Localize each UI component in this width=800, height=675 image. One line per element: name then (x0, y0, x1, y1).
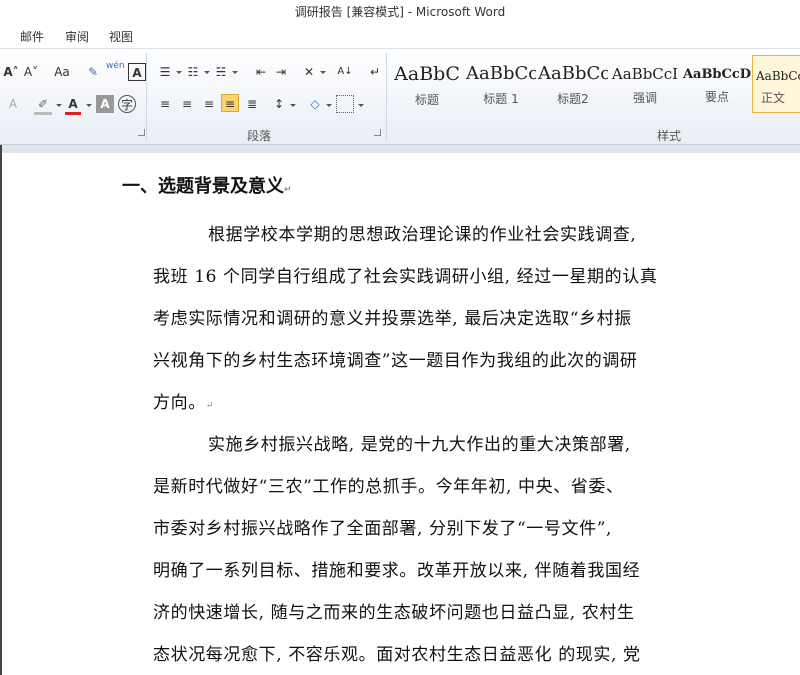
paragraph-mark-icon: ↵ (205, 401, 214, 411)
paragraph-1-line: 兴视角下的乡村生态环境调查”这一题目作为我组的此次的调研 (153, 351, 638, 371)
multilevel-list-dropdown-icon[interactable] (232, 71, 238, 74)
shrink-font-icon[interactable]: A˅ (22, 63, 40, 81)
char-shading-icon[interactable]: A (96, 95, 114, 113)
ruler-band (0, 145, 800, 153)
numbering-icon[interactable]: ☷ (184, 63, 202, 81)
style-heading1[interactable]: AaBbCc 标题 1 (466, 55, 536, 113)
paragraph-2-line: 济的快速增长, 随与之而来的生态破坏问题也日益凸显, 农村生 (153, 603, 635, 623)
style-normal-preview: AaBbCc (756, 69, 800, 83)
section-heading: 一、选题背景及意义↵ (122, 176, 292, 197)
paragraph-2-line: 是新时代做好“三农”工作的总抓手。今年年初, 中央、省委、 (153, 477, 624, 497)
line-spacing-dropdown-icon[interactable] (290, 104, 296, 107)
multilevel-list-icon[interactable]: ☵ (212, 63, 230, 81)
style-heading2[interactable]: AaBbCc 标题2 (538, 55, 608, 113)
ribbon: A˄ A˅ Aa ✎ wén A A ✐ A A 字 ☰ ☷ ☵ ⇤ ⇥ ✕ A… (0, 48, 800, 145)
clear-format-icon[interactable]: ✎ (84, 63, 102, 81)
styles-group-label: 样式 (657, 129, 682, 143)
style-emphasis-preview: AaBbCcI (611, 65, 679, 83)
show-marks-icon[interactable]: ↵ (366, 63, 384, 81)
paragraph-group-separator (386, 53, 387, 141)
align-left-icon[interactable]: ≡ (156, 95, 174, 113)
style-emphasis[interactable]: AaBbCcI 强调 (610, 55, 680, 113)
grow-font-icon[interactable]: A˄ (2, 63, 20, 81)
distribute-icon[interactable]: ≣ (243, 95, 261, 113)
sort-icon[interactable]: A↓ (336, 63, 354, 81)
shading-icon[interactable]: ◇ (306, 95, 324, 113)
borders-icon[interactable] (336, 95, 354, 113)
style-title[interactable]: AaBbC 标题 (392, 55, 462, 113)
style-heading2-preview: AaBbCc (538, 63, 608, 84)
font-dialog-launcher-icon[interactable] (138, 129, 145, 136)
chinese-layout-icon[interactable]: ✕ (300, 63, 318, 81)
enclose-char-icon[interactable]: 字 (118, 95, 136, 113)
align-center-icon[interactable]: ≡ (178, 95, 196, 113)
style-normal-name: 正文 (761, 91, 786, 105)
page-left-edge (0, 145, 2, 675)
tab-mailings[interactable]: 邮件 (20, 28, 44, 45)
font-color-dropdown-icon[interactable] (86, 104, 92, 107)
chinese-layout-dropdown-icon[interactable] (320, 71, 326, 74)
style-heading1-preview: AaBbCc (466, 63, 536, 84)
bullets-icon[interactable]: ☰ (156, 63, 174, 81)
tab-view[interactable]: 视图 (109, 28, 133, 45)
style-strong-name: 要点 (704, 90, 729, 104)
style-title-preview: AaBbC (394, 63, 460, 85)
highlight-color-swatch (34, 112, 52, 115)
style-strong[interactable]: AaBbCcD 要点 (682, 55, 752, 113)
justify-icon[interactable]: ≡ (221, 94, 239, 112)
char-border-icon[interactable]: A (128, 63, 146, 81)
style-strong-preview: AaBbCcD (682, 67, 752, 82)
borders-dropdown-icon[interactable] (358, 104, 364, 107)
shading-dropdown-icon[interactable] (326, 104, 332, 107)
style-emphasis-name: 强调 (632, 91, 657, 105)
style-normal[interactable]: AaBbCc 正文 (752, 55, 800, 113)
style-title-name: 标题 (414, 93, 439, 107)
style-heading1-name: 标题 1 (483, 92, 519, 106)
paragraph-2-line: 明确了一系列目标、措施和要求。改革开放以来, 伴随着我国经 (153, 561, 641, 581)
font-group-separator (146, 53, 147, 141)
font-color-icon[interactable]: A (64, 95, 82, 113)
highlight-icon[interactable]: ✐ (34, 95, 52, 113)
style-heading2-name: 标题2 (557, 92, 589, 106)
paragraph-dialog-launcher-icon[interactable] (374, 129, 381, 136)
paragraph-2-line: 实施乡村振兴战略, 是党的十九大作出的重大决策部署, (208, 435, 631, 455)
paragraph-1-line: 考虑实际情况和调研的意义并投票选举, 最后决定选取“乡村振 (153, 309, 632, 329)
highlight-dropdown-icon[interactable] (56, 104, 62, 107)
styles-gallery: AaBbC 标题 AaBbCc 标题 1 AaBbCc 标题2 AaBbCcI … (392, 55, 800, 115)
window-title: 调研报告 [兼容模式] - Microsoft Word (0, 0, 800, 24)
numbering-dropdown-icon[interactable] (204, 71, 210, 74)
paragraph-mark-icon: ↵ (284, 185, 292, 195)
decrease-indent-icon[interactable]: ⇤ (252, 63, 270, 81)
paragraph-group-label: 段落 (247, 129, 272, 143)
tab-review[interactable]: 审阅 (65, 28, 89, 45)
paragraph-2-line: 市委对乡村振兴战略作了全面部署, 分别下发了“一号文件”, (153, 519, 612, 539)
paragraph-1-last-line: 方向。↵ (153, 393, 214, 413)
increase-indent-icon[interactable]: ⇥ (272, 63, 290, 81)
change-case-icon[interactable]: Aa (50, 63, 74, 81)
ribbon-tabs: 邮件 审阅 视图 (0, 24, 800, 48)
font-color-swatch (65, 112, 81, 115)
line-spacing-icon[interactable]: ↕ (270, 95, 288, 113)
paragraph-1-line: 根据学校本学期的思想政治理论课的作业社会实践调查, (208, 225, 637, 245)
paragraph-2-line: 态状况每况愈下, 不容乐观。面对农村生态日益恶化 的现实, 党 (153, 645, 641, 665)
phonetic-guide-icon[interactable]: wén (106, 61, 125, 79)
text-effect-icon[interactable]: A (4, 95, 22, 113)
bullets-dropdown-icon[interactable] (176, 71, 182, 74)
align-right-icon[interactable]: ≡ (200, 95, 218, 113)
paragraph-1-line: 我班 16 个同学自行组成了社会实践调研小组, 经过一星期的认真 (153, 267, 658, 287)
